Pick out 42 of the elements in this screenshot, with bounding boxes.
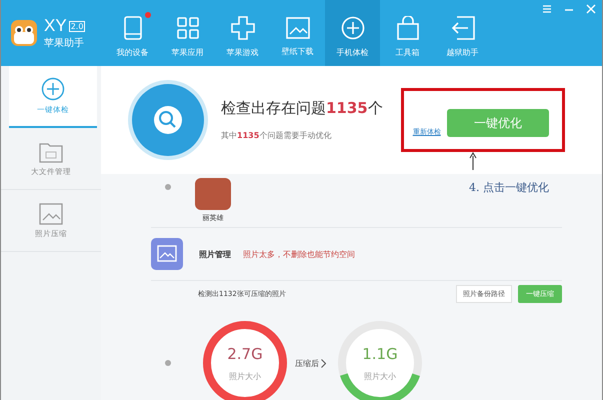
nav-tab[interactable]: 工具箱 [380,0,435,66]
version-badge: 2.0 [68,20,86,32]
result-detail: 其中1135个问题需要手动优化 [221,130,332,141]
grid-icon [176,16,200,40]
exit-icon [450,16,474,40]
app-subtitle: 苹果助手 [44,36,85,50]
nav-tab[interactable]: 苹果应用 [160,0,215,66]
after-label: 压缩后 [295,358,319,368]
notification-dot [144,12,150,18]
app-name: XY [44,16,67,36]
nav-tab[interactable]: 壁纸下载 [270,0,325,66]
bullet-dot [165,184,171,190]
annotation-note: 4. 点击一键优化 [469,180,549,195]
result-headline: 检查出存在问题1135个 [221,99,383,118]
tablet-icon [122,16,144,40]
close-icon[interactable] [586,4,596,14]
optimize-button[interactable]: 一键优化 [446,109,549,137]
nav-tab[interactable]: 苹果游戏 [215,0,270,66]
picture-icon [286,17,310,39]
size-value: 1.1G [362,344,398,362]
section-title: 照片管理 [199,248,231,260]
nav-tab[interactable]: 我的设备 [105,0,160,66]
picture-icon [151,238,183,270]
nav-tab[interactable]: 越狱助手 [435,0,490,66]
chevron-right-icon [321,358,326,368]
scan-badge-icon [127,79,209,161]
folder-icon [39,140,63,162]
menu-icon[interactable] [542,4,552,14]
cross-icon [230,16,254,40]
size-value: 2.7G [227,344,263,362]
annotation-arrow [469,152,477,170]
bullet-dot [165,360,171,366]
bag-icon [396,16,420,40]
app-icon-placeholder [195,178,231,210]
plus-circle-icon [41,77,65,101]
warning-text: 照片太多，不删除也能节约空间 [243,248,355,260]
size-caption: 照片大小 [364,370,396,382]
picture-icon [39,202,63,224]
size-caption: 照片大小 [229,370,261,382]
nav-tab[interactable]: 手机体检 [325,0,380,66]
owl-logo-icon [9,18,39,48]
plus-circle-icon [340,16,364,40]
